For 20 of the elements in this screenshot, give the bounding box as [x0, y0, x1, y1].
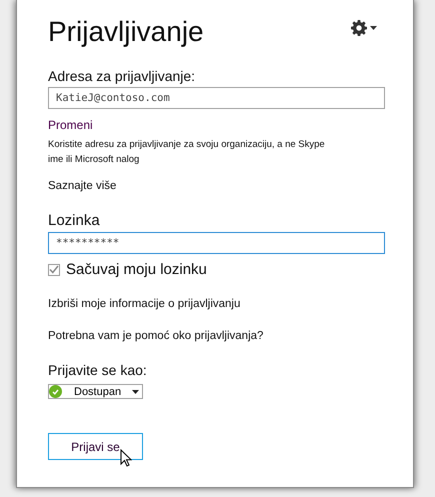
status-dropdown[interactable]: Dostupan: [48, 384, 143, 399]
address-field[interactable]: KatieJ@contoso.com: [48, 87, 385, 109]
caret-icon: [132, 390, 139, 394]
change-link[interactable]: Promeni: [48, 118, 383, 132]
caret-icon: [370, 26, 377, 30]
help-link[interactable]: Potrebna vam je pomoć oko prijavljivanja?: [48, 330, 383, 342]
checkbox[interactable]: [48, 264, 60, 276]
cursor-icon: [120, 449, 132, 467]
checkbox-label: Sačuvaj moju lozinku: [66, 261, 207, 278]
password-field[interactable]: **********: [48, 232, 385, 254]
sign-in-button[interactable]: Prijavi se: [48, 433, 143, 460]
hint-text: Koristite adresu za prijavljivanje za svoju organizaciju, a ne Skype ime ili Microsoft nalog: [48, 138, 326, 167]
settings-icon: [351, 20, 367, 36]
settings-menu-button[interactable]: [351, 20, 377, 36]
dialog-title: Prijavljivanje: [48, 15, 204, 49]
field-label: Lozinka: [48, 212, 101, 229]
field-label: Prijavite se kao:: [48, 362, 148, 378]
learn-more-link[interactable]: Saznajte više: [48, 180, 383, 192]
field-label: Adresa za prijavljivanje:: [48, 68, 196, 84]
delete-info-link[interactable]: Izbriši moje informacije o prijavljivanju: [48, 298, 383, 310]
